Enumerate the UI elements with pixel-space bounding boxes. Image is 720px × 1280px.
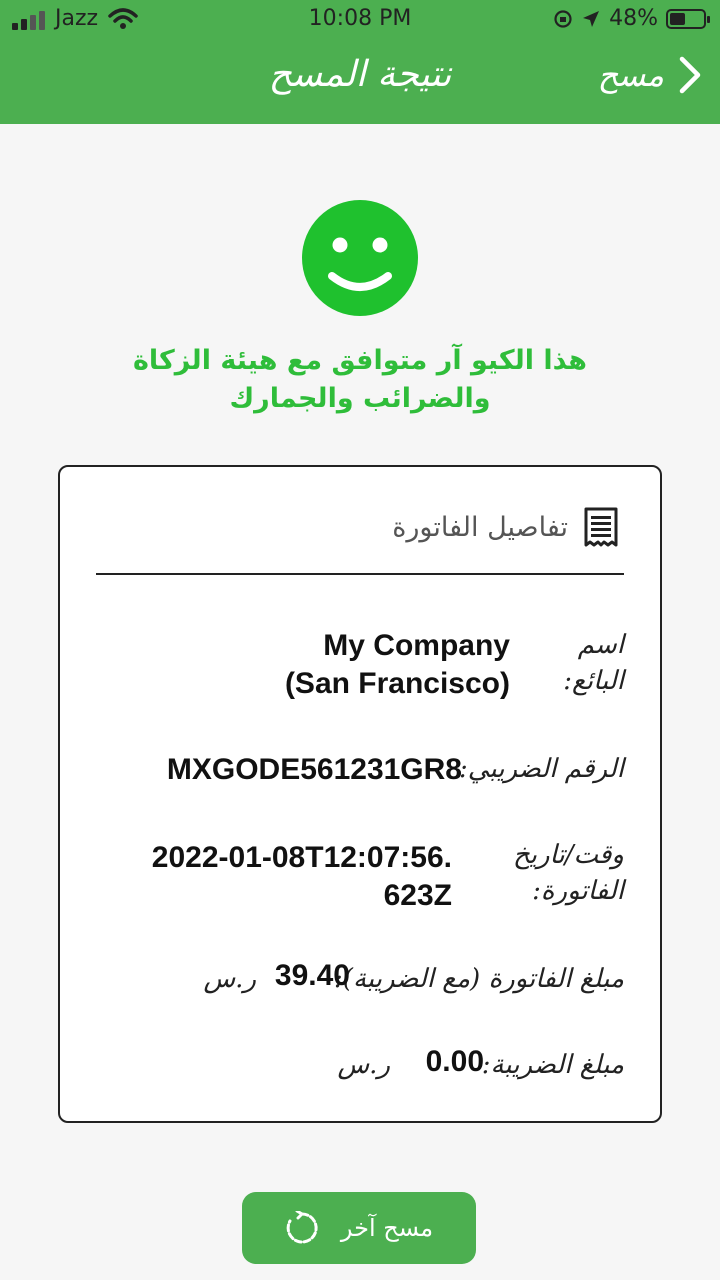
seller-value-line1: My Company [323, 629, 510, 662]
chevron-right-icon [679, 56, 701, 94]
invoice-section-title: تفاصيل الفاتورة [392, 511, 568, 543]
smiley-face-icon [302, 200, 418, 316]
seller-value: My Company (San Francisco) [285, 627, 510, 703]
battery-icon [666, 8, 710, 29]
tax-amount-currency: ر.س [337, 1050, 390, 1080]
invoice-details-card: تفاصيل الفاتورة اسم البائع: My Company (… [58, 465, 662, 1123]
invoice-amount-currency: ر.س [203, 964, 256, 994]
battery-percentage: 48% [609, 6, 658, 31]
datetime-value-line1: 2022-01-08T12:07:56. [151, 841, 452, 874]
verification-message-line2: والضرائب والجمارك [229, 383, 491, 414]
back-button-label: مسح [597, 56, 664, 94]
refresh-icon [286, 1211, 318, 1244]
invoice-datetime-value: 2022-01-08T12:07:56. 623Z [152, 839, 452, 915]
scan-again-button[interactable]: مسح آخر [242, 1192, 476, 1264]
verification-message-line1: هذا الكيو آر متوافق مع هيئة الزكاة [132, 345, 588, 376]
scan-again-label: مسح آخر [340, 1214, 434, 1242]
invoice-card-header: تفاصيل الفاتورة [392, 507, 620, 547]
datetime-label-line2: الفاتورة: [532, 876, 624, 906]
receipt-icon [584, 507, 618, 547]
tax-amount-label: مبلغ الضريبة: [481, 1050, 624, 1080]
invoice-datetime-label: وقت/تاريخ الفاتورة: [513, 837, 624, 909]
seller-value-line2: (San Francisco) [284, 667, 510, 700]
orientation-lock-icon [554, 9, 572, 28]
invoice-amount-value: 39.40 [274, 959, 350, 992]
app-header: Jazz 10:08 PM 48% نتيجة المسح مسح [0, 0, 720, 124]
seller-label: اسم البائع: [563, 630, 624, 696]
datetime-value-line2: 623Z [383, 879, 452, 912]
datetime-label-line1: وقت/تاريخ [512, 840, 624, 870]
tax-amount-value: 0.00 [425, 1045, 484, 1078]
card-divider [96, 573, 624, 575]
verification-message: هذا الكيو آر متوافق مع هيئة الزكاة والضر… [60, 342, 660, 418]
tax-number-value: MXGODE561231GR8 [166, 753, 462, 786]
back-button[interactable]: مسح [598, 56, 702, 94]
invoice-amount-label: مبلغ الفاتورة (مع الضريبة): [334, 964, 624, 994]
location-arrow-icon [583, 10, 600, 27]
tax-number-label: الرقم الضريبي: [458, 754, 624, 784]
status-bar: Jazz 10:08 PM 48% [0, 0, 720, 40]
